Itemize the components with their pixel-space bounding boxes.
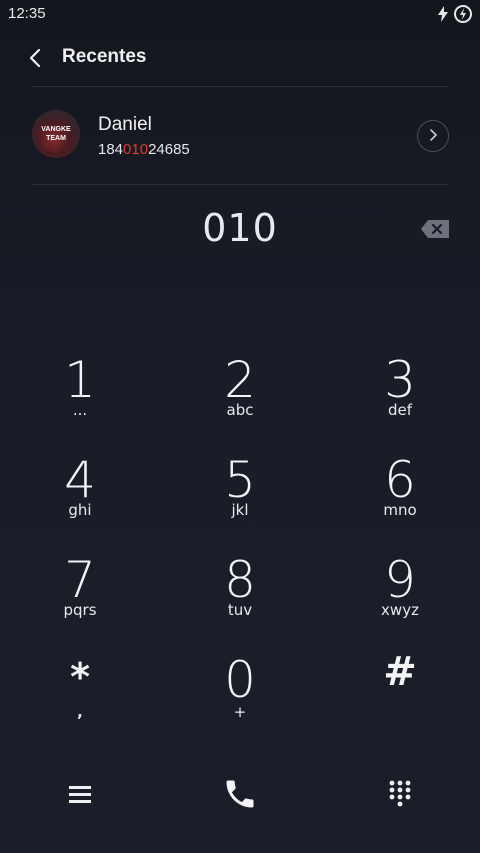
- key-1[interactable]: 1 ...: [20, 352, 140, 442]
- key-letters: xwyz: [381, 601, 419, 619]
- call-button[interactable]: [210, 770, 270, 822]
- avatar: VANGKE TEAM: [32, 110, 80, 158]
- key-digit: 3: [384, 351, 416, 409]
- charging-bolt-icon: [438, 6, 448, 26]
- key-9[interactable]: 9 xwyz: [340, 552, 460, 642]
- key-digit: 6: [384, 451, 416, 509]
- chevron-right-icon: [427, 127, 439, 146]
- contact-number-prefix: 184: [98, 141, 124, 158]
- divider-bottom: [32, 184, 448, 185]
- contact-number: 18401024685: [98, 141, 190, 158]
- key-digit: 9: [384, 551, 416, 609]
- key-digit: *: [70, 655, 90, 699]
- status-icons: [438, 5, 472, 27]
- contact-suggestion-row[interactable]: VANGKE TEAM Daniel 18401024685: [0, 100, 480, 172]
- key-letters: ,: [77, 703, 83, 721]
- phone-call-icon: [222, 776, 258, 816]
- contact-name: Daniel: [98, 114, 152, 135]
- key-2[interactable]: 2 abc: [180, 352, 300, 442]
- key-letters: ghi: [68, 501, 92, 519]
- key-letters: def: [387, 401, 413, 419]
- key-hash[interactable]: #: [340, 652, 460, 742]
- menu-button[interactable]: [50, 770, 110, 822]
- key-letters: jkl: [231, 501, 249, 519]
- back-button[interactable]: [24, 44, 48, 72]
- status-bar: 12:35: [0, 0, 480, 28]
- avatar-text-line1: VANGKE: [41, 126, 71, 133]
- key-4[interactable]: 4 ghi: [20, 452, 140, 542]
- key-digit: 5: [224, 451, 256, 509]
- key-digit: 8: [224, 551, 256, 609]
- key-digit: #: [383, 649, 417, 695]
- key-6[interactable]: 6 mno: [340, 452, 460, 542]
- contact-number-suffix: 24685: [148, 141, 190, 158]
- battery-circle-icon: [454, 5, 472, 27]
- header: Recentes: [0, 36, 480, 80]
- key-star[interactable]: * ,: [20, 652, 140, 742]
- menu-icon: [69, 784, 91, 808]
- key-letters: +: [233, 703, 247, 721]
- key-digit: 4: [64, 451, 96, 509]
- contact-number-match: 010: [123, 141, 149, 158]
- key-letters: ...: [72, 401, 88, 419]
- page-title: Recentes: [62, 46, 147, 67]
- backspace-button[interactable]: [420, 219, 450, 239]
- divider-top: [32, 86, 448, 87]
- key-3[interactable]: 3 def: [340, 352, 460, 442]
- key-digit: 0: [224, 651, 256, 709]
- status-time: 12:35: [8, 5, 46, 22]
- avatar-text-line2: TEAM: [46, 135, 66, 142]
- key-letters: tuv: [227, 601, 253, 619]
- dialpad-toggle-button[interactable]: [370, 770, 430, 822]
- key-5[interactable]: 5 jkl: [180, 452, 300, 542]
- chevron-left-icon: [24, 48, 48, 76]
- bottom-action-bar: [0, 770, 480, 830]
- key-digit: 2: [224, 351, 256, 409]
- key-7[interactable]: 7 pqrs: [20, 552, 140, 642]
- key-digit: 7: [64, 551, 96, 609]
- key-digit: 1: [64, 351, 96, 409]
- key-0[interactable]: 0 +: [180, 652, 300, 742]
- contact-detail-button[interactable]: [417, 120, 449, 152]
- key-letters: mno: [383, 501, 417, 519]
- key-letters: abc: [226, 401, 254, 419]
- dialed-number-display: 010: [202, 206, 278, 250]
- key-letters: pqrs: [63, 601, 97, 619]
- key-8[interactable]: 8 tuv: [180, 552, 300, 642]
- dialpad-icon: [389, 780, 411, 812]
- backspace-icon: [420, 220, 450, 243]
